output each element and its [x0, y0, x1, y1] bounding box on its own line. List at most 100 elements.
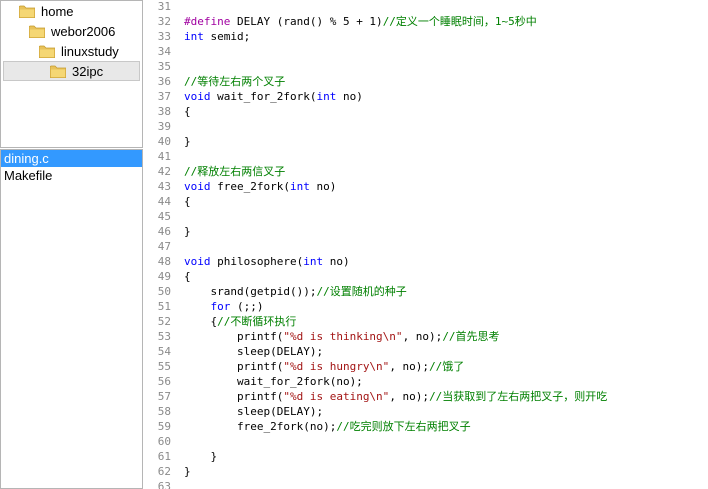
code-text: sleep(DELAY); [184, 344, 323, 359]
folder-icon [18, 5, 36, 18]
code-text: free_2fork(no);//吃完则放下左右两把叉子 [184, 419, 471, 434]
code-token: { [184, 270, 191, 283]
code-token: DELAY (rand() % 5 + 1) [230, 15, 383, 28]
code-line[interactable]: 47 [143, 239, 708, 254]
string-token: "%d is hungry\n" [283, 360, 390, 373]
code-token: semid; [203, 30, 251, 43]
code-line[interactable]: 53 printf("%d is thinking\n", no);//首先思考 [143, 329, 708, 344]
code-text: { [184, 104, 191, 119]
folder-item-linuxstudy[interactable]: linuxstudy [1, 41, 119, 61]
line-number: 51 [157, 300, 171, 313]
string-token: "%d is eating\n" [283, 390, 390, 403]
code-text: printf("%d is eating\n", no);//当获取到了左右两把… [184, 389, 607, 404]
comment-token: //吃完则放下左右两把叉子 [336, 420, 471, 433]
file-item-dining-c[interactable]: dining.c [1, 150, 142, 167]
code-text: printf("%d is hungry\n", no);//饿了 [184, 359, 464, 374]
code-line[interactable]: 54 sleep(DELAY); [143, 344, 708, 359]
comment-token: //设置随机的种子 [316, 285, 407, 298]
code-line[interactable]: 31 [143, 0, 708, 14]
code-text: void philosophere(int no) [184, 254, 350, 269]
code-line[interactable]: 61 } [143, 449, 708, 464]
folder-icon [49, 65, 67, 78]
code-token: sleep(DELAY); [184, 345, 324, 358]
code-line[interactable]: 52 {//不断循环执行 [143, 314, 708, 329]
line-number: 54 [157, 345, 171, 358]
code-line[interactable]: 49 { [143, 269, 708, 284]
code-line[interactable]: 34 [143, 44, 708, 59]
folder-item-32ipc[interactable]: 32ipc [3, 61, 140, 81]
code-token: wait_for_2fork(no); [184, 375, 363, 388]
code-token: printf( [184, 390, 284, 403]
code-text: } [184, 449, 217, 464]
code-line[interactable]: 44 { [143, 194, 708, 209]
line-number: 32 [157, 15, 171, 28]
code-line[interactable]: 43 void free_2fork(int no) [143, 179, 708, 194]
code-line[interactable]: 62} [143, 464, 708, 479]
code-line[interactable]: 45 [143, 209, 708, 224]
code-text: //释放左右两信叉子 [184, 164, 285, 179]
code-token: no) [309, 180, 337, 193]
folder-icon [28, 25, 46, 38]
code-line[interactable]: 39 [143, 119, 708, 134]
code-token: no) [336, 90, 363, 103]
keyword-token: int [184, 30, 204, 43]
code-text: void free_2fork(int no) [184, 179, 336, 194]
code-line[interactable]: 48 void philosophere(int no) [143, 254, 708, 269]
line-number: 62 [157, 465, 171, 478]
file-browser: home webor2006 linuxstudy 32ipc dining.c Mak… [0, 0, 143, 489]
code-line[interactable]: 50 srand(getpid());//设置随机的种子 [143, 284, 708, 299]
code-line[interactable]: 57 printf("%d is eating\n", no);//当获取到了左… [143, 389, 708, 404]
code-line[interactable]: 38 { [143, 104, 708, 119]
code-line[interactable]: 60 [143, 434, 708, 449]
folder-item-webor2006[interactable]: webor2006 [1, 21, 115, 41]
keyword-token: void [184, 90, 211, 103]
code-line[interactable]: 40} [143, 134, 708, 149]
code-line[interactable]: 33 int semid; [143, 29, 708, 44]
code-line[interactable]: 56 wait_for_2fork(no); [143, 374, 708, 389]
line-number: 47 [157, 240, 171, 253]
line-number: 37 [157, 90, 171, 103]
keyword-token: int [303, 255, 324, 268]
folder-label: webor2006 [51, 23, 116, 39]
line-number: 39 [157, 120, 171, 133]
comment-token: //当获取到了左右两把叉子，则开吃 [429, 390, 608, 403]
line-number: 55 [157, 360, 171, 373]
code-text: { [184, 269, 191, 284]
code-text: } [184, 464, 191, 479]
code-line[interactable]: 51 for (;;) [143, 299, 708, 314]
code-token: , no); [402, 330, 443, 343]
comment-token: //首先思考 [442, 330, 500, 343]
code-text: } [184, 224, 191, 239]
comment-token: //饿了 [429, 360, 465, 373]
line-number: 52 [157, 315, 171, 328]
file-item-makefile[interactable]: Makefile [1, 167, 142, 184]
code-line[interactable]: 46} [143, 224, 708, 239]
line-number: 56 [157, 375, 171, 388]
folder-item-home[interactable]: home [1, 1, 74, 21]
folder-label: linuxstudy [61, 43, 119, 59]
line-number: 63 [157, 480, 171, 489]
code-line[interactable]: 41 [143, 149, 708, 164]
code-line[interactable]: 36 //等待左右两个叉子 [143, 74, 708, 89]
code-line[interactable]: 55 printf("%d is hungry\n", no);//饿了 [143, 359, 708, 374]
code-line[interactable]: 32 #define DELAY (rand() % 5 + 1)//定义一个睡眠… [143, 14, 708, 29]
code-line[interactable]: 35 [143, 59, 708, 74]
line-number: 49 [157, 270, 171, 283]
line-number: 57 [157, 390, 171, 403]
code-line[interactable]: 59 free_2fork(no);//吃完则放下左右两把叉子 [143, 419, 708, 434]
code-line[interactable]: 42 //释放左右两信叉子 [143, 164, 708, 179]
code-token: { [184, 315, 218, 328]
keyword-token: void [184, 180, 211, 193]
line-number: 40 [157, 135, 171, 148]
code-line[interactable]: 63 [143, 479, 708, 489]
code-line[interactable]: 58 sleep(DELAY); [143, 404, 708, 419]
code-editor[interactable]: 31 32 #define DELAY (rand() % 5 + 1)//定义一个… [143, 0, 708, 489]
code-line[interactable]: 37 void wait_for_2fork(int no) [143, 89, 708, 104]
code-token: printf( [184, 330, 284, 343]
keyword-token: void [184, 255, 211, 268]
code-token: srand(getpid()); [184, 285, 317, 298]
line-number: 50 [157, 285, 171, 298]
code-text: for (;;) [184, 299, 264, 314]
code-token: philosophere( [210, 255, 304, 268]
folder-label: 32ipc [72, 63, 104, 79]
